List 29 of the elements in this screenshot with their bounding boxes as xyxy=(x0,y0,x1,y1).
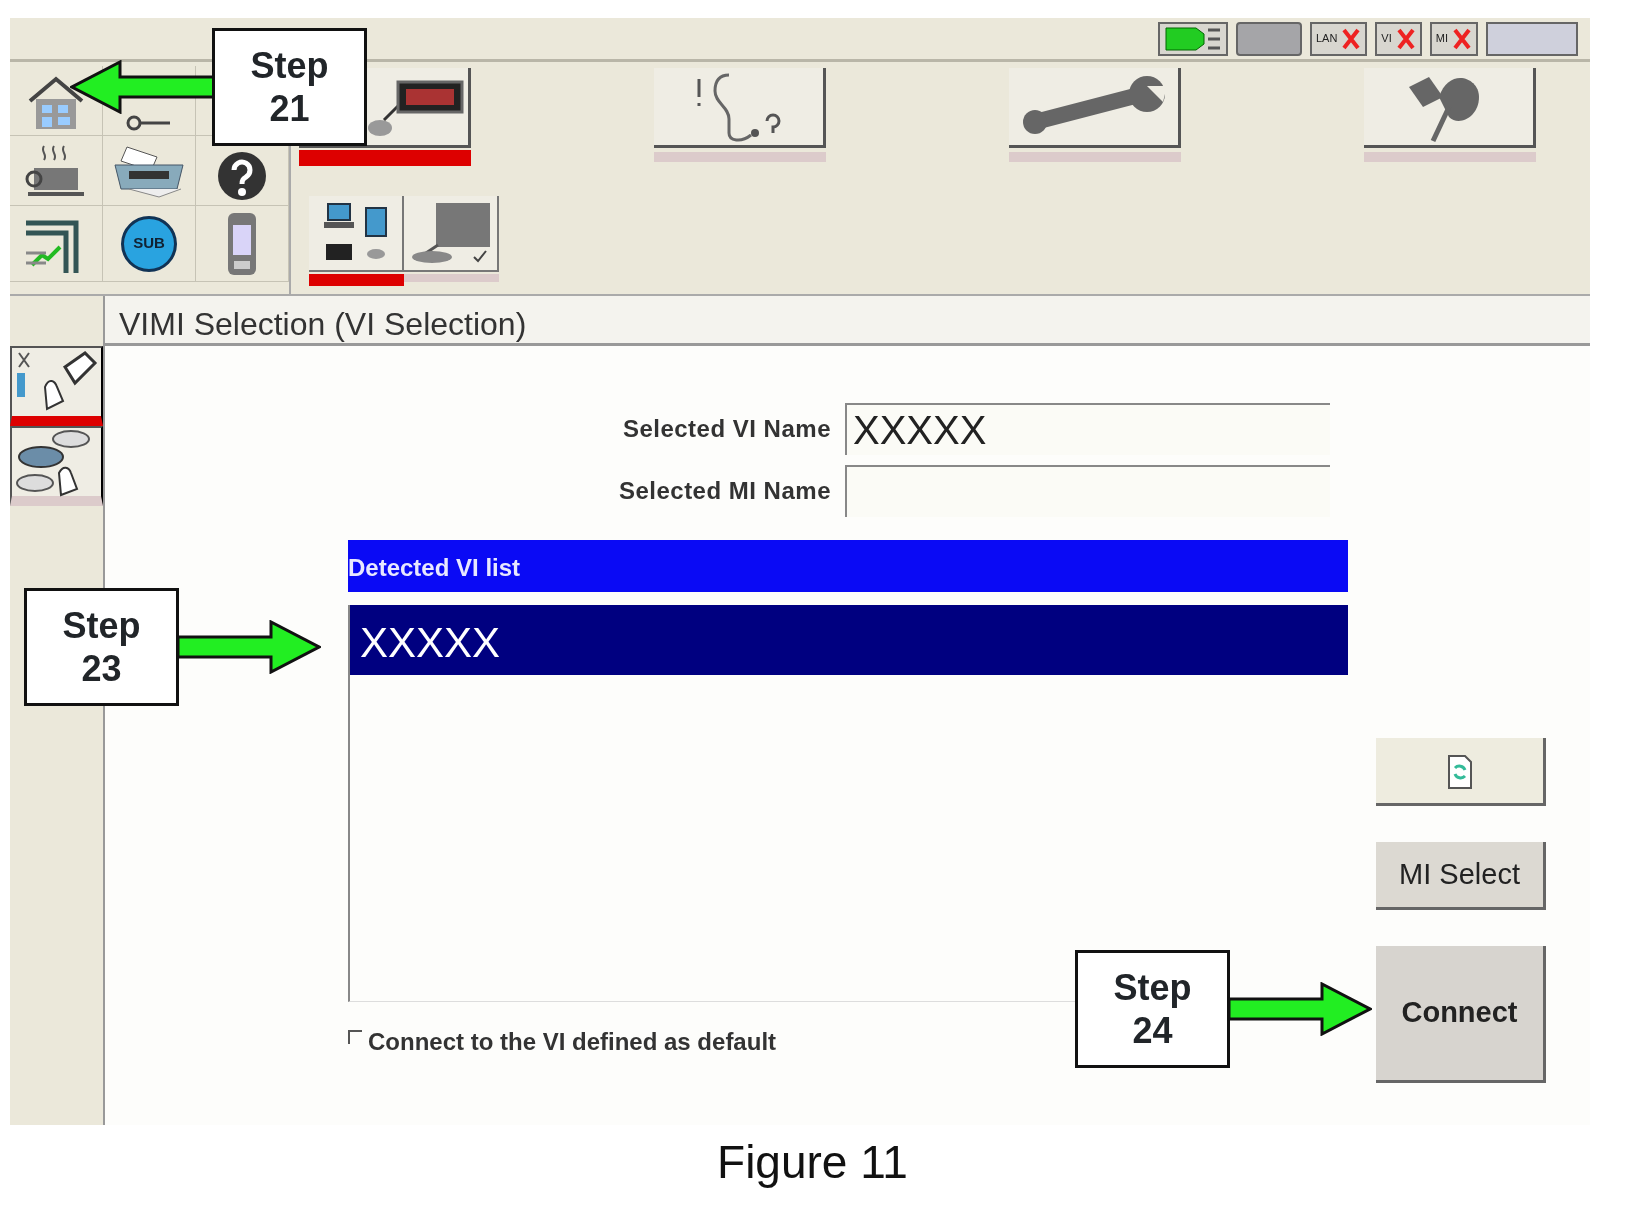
help-icon[interactable] xyxy=(217,151,267,201)
field-label: Selected MI Name xyxy=(617,476,832,506)
connect-button[interactable]: Connect xyxy=(1376,946,1546,1083)
indicator-label: LAN xyxy=(1315,31,1338,47)
plug-icon xyxy=(1157,21,1228,56)
indicator-label: MI xyxy=(1435,31,1448,47)
sidebar-item[interactable] xyxy=(10,346,103,426)
arrow-icon xyxy=(176,620,321,674)
field-label: Selected VI Name xyxy=(621,414,832,444)
toolbar-tab[interactable] xyxy=(309,196,404,286)
blank-indicator-icon xyxy=(1486,21,1578,56)
text-field[interactable] xyxy=(845,465,1330,517)
sidebar-item[interactable] xyxy=(10,426,103,506)
arrow-icon xyxy=(1227,982,1372,1036)
callout-tooltip: Step 24 xyxy=(1075,950,1230,1068)
indicator-label: VI xyxy=(1381,31,1392,47)
text-field[interactable]: XXXXX xyxy=(845,403,1330,455)
blank-indicator-icon xyxy=(1235,21,1302,56)
refresh-button[interactable] xyxy=(1376,738,1546,806)
list-item[interactable]: XXXXX xyxy=(350,605,1348,675)
figure-caption: Figure 11 xyxy=(716,1135,909,1190)
select-button[interactable]: MI Select xyxy=(1376,842,1546,910)
callout-tooltip: Step 21 xyxy=(212,28,367,146)
checkbox-label: Connect to the VI defined as default xyxy=(368,1027,777,1057)
checkbox[interactable] xyxy=(348,1030,362,1044)
callout-tooltip: Step 23 xyxy=(24,588,179,706)
screen-title: VIMI Selection (VI Selection) xyxy=(105,296,1590,346)
sub-button[interactable]: SUB xyxy=(121,215,177,272)
list-header: Detected VI list xyxy=(348,540,1348,592)
